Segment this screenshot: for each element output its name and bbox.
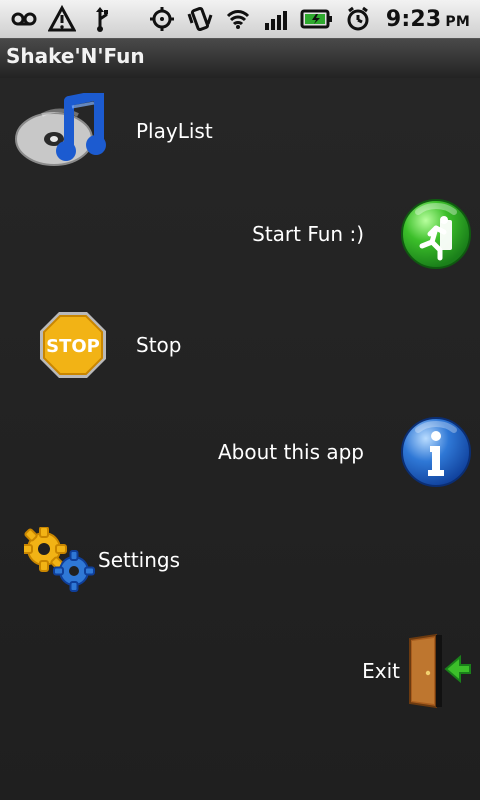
signal-icon [264,11,287,30]
info-icon [401,417,471,487]
stop-sign-icon: STOP [40,312,106,378]
usb-icon [96,7,108,32]
exit-door-icon [409,633,471,709]
menu-item-start[interactable]: Start Fun :) [252,198,472,270]
menu-item-stop[interactable]: STOP Stop [38,310,181,380]
menu-item-playlist[interactable]: PlayList [14,93,213,169]
svg-text:STOP: STOP [46,336,100,357]
status-right-icons: 9:23 PM [148,3,470,35]
menu-item-about[interactable]: About this app [218,416,472,488]
playlist-label: PlayList [136,119,213,143]
start-label: Start Fun :) [252,222,364,246]
menu-item-exit[interactable]: Exit [362,633,472,709]
running-man-icon [401,199,471,269]
vibrate-icon [187,6,213,32]
time-ampm: PM [445,13,470,30]
playlist-icon [15,93,106,166]
status-bar: 9:23 PM [0,0,480,38]
voicemail-icon [11,12,37,26]
status-time: 9:23 PM [386,7,470,32]
battery-icon [300,9,332,29]
time-text: 9:23 [385,6,442,32]
gps-icon [149,7,174,31]
gears-icon [24,527,95,592]
warning-icon [48,5,76,32]
wifi-icon [226,10,249,29]
settings-label: Settings [98,548,181,572]
menu-item-settings[interactable]: Settings [24,527,180,593]
about-label: About this app [218,440,364,464]
stop-label: Stop [136,333,182,357]
alarm-icon [347,6,369,31]
status-left-icons [10,3,114,35]
app-title: Shake'N'Fun [6,44,145,68]
app-titlebar: Shake'N'Fun [0,38,480,79]
